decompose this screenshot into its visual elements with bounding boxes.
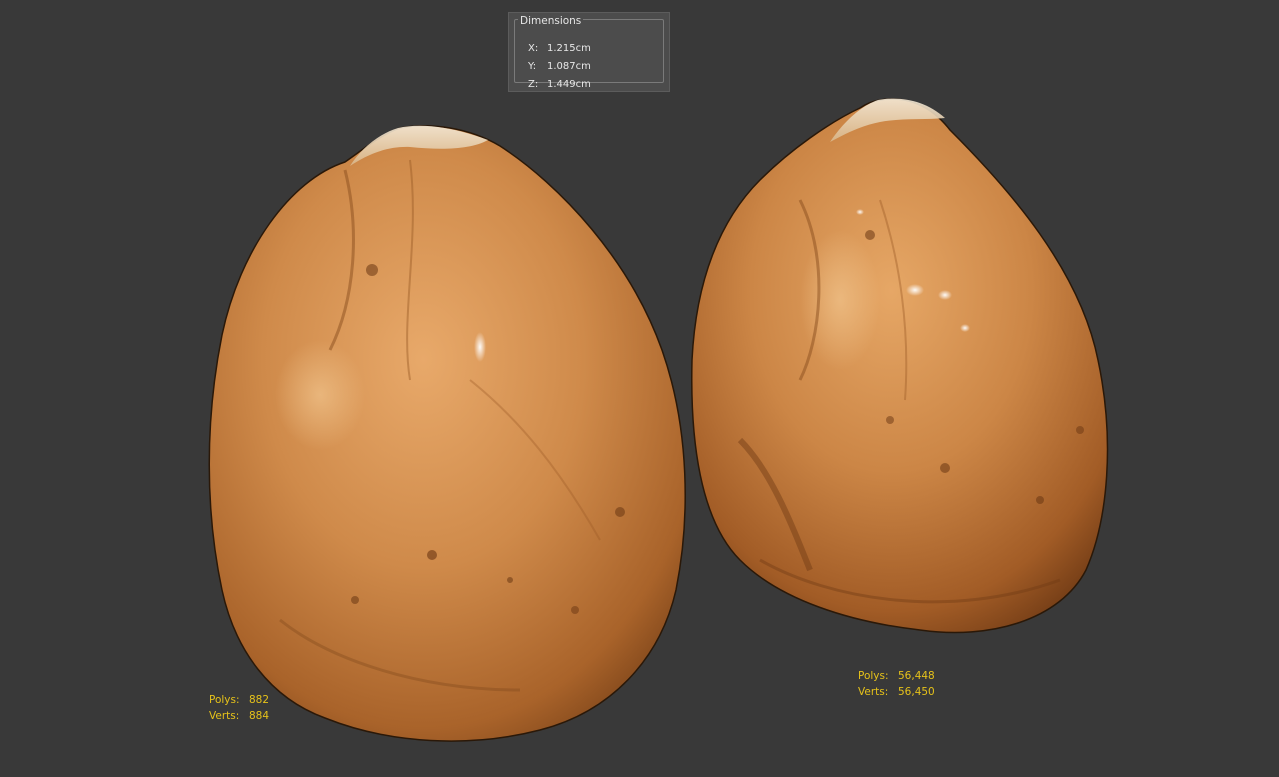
left-polys-value: 882 <box>249 694 270 706</box>
right-polys-label: Polys: <box>858 670 889 682</box>
dimension-y-label: Y: <box>528 61 537 72</box>
left-verts-value: 884 <box>249 710 270 722</box>
dimensions-title: Dimensions <box>518 14 584 28</box>
right-model-stats: Polys: 56,448 Verts: 56,450 <box>858 668 935 700</box>
3d-viewport[interactable]: Dimensions X: 1.215cm Y: 1.087cm Z: 1.449cm… <box>0 0 1279 777</box>
left-verts-label: Verts: <box>209 710 240 722</box>
left-polys-label: Polys: <box>209 694 240 706</box>
dimension-x-label: X: <box>528 43 539 54</box>
scene-render <box>208 98 1109 742</box>
left-polys-row: Polys: 882 <box>209 692 269 708</box>
left-model-stats: Polys: 882 Verts: 884 <box>209 692 269 724</box>
right-verts-label: Verts: <box>858 686 889 698</box>
right-polys-row: Polys: 56,448 <box>858 668 935 684</box>
dimension-x-row: X: 1.215cm <box>528 43 591 55</box>
dimension-z-value: 1.449cm <box>547 79 591 90</box>
left-nut-model <box>208 125 686 742</box>
dimension-y-row: Y: 1.087cm <box>528 61 591 73</box>
dimension-y-value: 1.087cm <box>547 61 591 72</box>
dimension-z-label: Z: <box>528 79 539 90</box>
right-verts-value: 56,450 <box>898 686 935 698</box>
right-nut-model <box>691 98 1109 634</box>
left-verts-row: Verts: 884 <box>209 708 269 724</box>
dimension-z-row: Z: 1.449cm <box>528 79 591 91</box>
right-verts-row: Verts: 56,450 <box>858 684 935 700</box>
right-polys-value: 56,448 <box>898 670 935 682</box>
dimensions-panel: Dimensions X: 1.215cm Y: 1.087cm Z: 1.449cm <box>508 12 670 92</box>
dimension-x-value: 1.215cm <box>547 43 591 54</box>
